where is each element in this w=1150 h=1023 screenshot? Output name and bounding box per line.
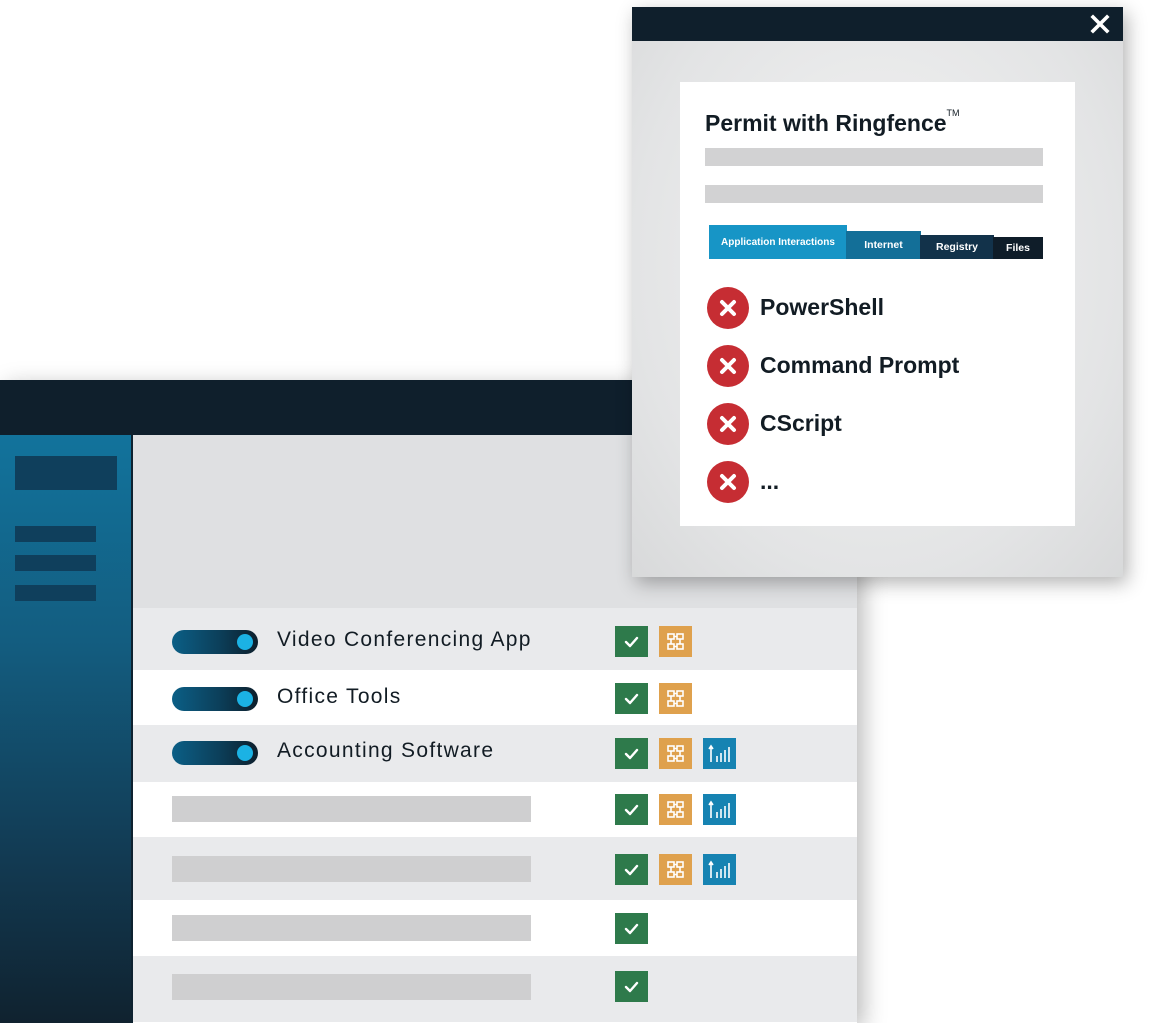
table-row: Office Tools [133,670,857,725]
check-icon [615,738,648,769]
row-placeholder-bar [172,915,531,941]
row-placeholder-bar [172,796,531,822]
blocked-item-label: PowerShell [760,294,884,320]
tab-application-interactions[interactable]: Application Interactions [709,225,847,259]
sidebar-item-2[interactable] [15,555,96,571]
check-icon [615,913,648,944]
toggle-knob [237,634,253,650]
description-placeholder-bar [705,185,1043,203]
toggle-knob [237,745,253,761]
check-icon [615,683,648,714]
table-row [133,900,857,956]
sidebar [0,435,133,1023]
check-icon [615,794,648,825]
blocked-item-label: ... [760,468,780,494]
popup-card: Permit with RingfenceTM Application Inte… [680,82,1075,526]
trademark-mark: TM [946,108,960,118]
popup-titlebar [632,7,1123,41]
deny-x-icon [707,287,749,329]
app-name: Video Conferencing App [277,628,532,651]
blocked-item-label: CScript [760,410,842,436]
sidebar-item-1[interactable] [15,526,96,542]
popup-title: Permit with RingfenceTM [705,108,960,137]
network-icon [659,794,692,825]
check-icon [615,626,648,657]
table-row [133,782,857,837]
tab-files[interactable]: Files [993,237,1043,259]
table-row: Video Conferencing App [133,608,857,670]
app-toggle[interactable] [172,630,258,654]
table-row [133,956,857,1022]
close-icon[interactable] [1089,13,1111,35]
registry-icon [703,854,736,885]
popup-title-text: Permit with Ringfence [705,110,947,136]
app-toggle[interactable] [172,741,258,765]
network-icon [659,683,692,714]
registry-icon [703,738,736,769]
table-row [133,837,857,900]
deny-x-icon [707,403,749,445]
check-icon [615,971,648,1002]
network-icon [659,854,692,885]
sidebar-logo-placeholder [15,456,117,490]
table-row: Accounting Software [133,725,857,782]
app-name: Office Tools [277,685,402,708]
app-toggle[interactable] [172,687,258,711]
registry-icon [703,794,736,825]
network-icon [659,738,692,769]
ringfence-popup: Permit with RingfenceTM Application Inte… [632,7,1123,577]
application-table: Video Conferencing App Office Tools Acco… [133,608,857,1022]
network-icon [659,626,692,657]
tab-internet[interactable]: Internet [846,231,921,259]
tab-registry[interactable]: Registry [920,235,994,259]
row-placeholder-bar [172,856,531,882]
description-placeholder-bar [705,148,1043,166]
toggle-knob [237,691,253,707]
deny-x-icon [707,345,749,387]
sidebar-item-3[interactable] [15,585,96,601]
row-placeholder-bar [172,974,531,1000]
blocked-item-label: Command Prompt [760,352,960,378]
check-icon [615,854,648,885]
deny-x-icon [707,461,749,503]
app-name: Accounting Software [277,739,495,762]
